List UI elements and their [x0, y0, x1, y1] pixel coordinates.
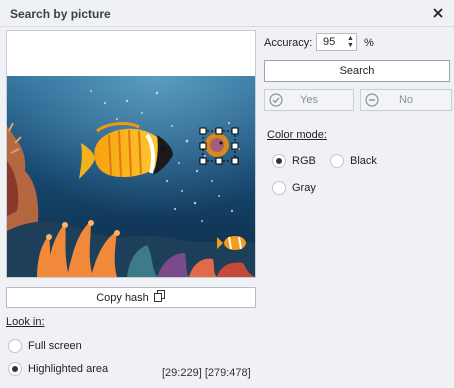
radio-rgb[interactable]: RGB [272, 154, 316, 168]
radio-full-screen[interactable]: Full screen [8, 339, 82, 353]
yes-button[interactable]: Yes [264, 89, 354, 111]
radio-circle[interactable] [8, 362, 22, 376]
radio-black[interactable]: Black [330, 154, 377, 168]
selection-coordinates: [29:229] [279:478] [162, 367, 251, 379]
radio-black-label: Black [350, 155, 377, 167]
accuracy-stepper[interactable]: 95 ▲ ▼ [316, 33, 357, 51]
underwater-image [7, 31, 255, 277]
picture-preview [6, 30, 256, 278]
no-button[interactable]: No [360, 89, 452, 111]
window-title: Search by picture [10, 7, 111, 21]
radio-gray-label: Gray [292, 182, 316, 194]
search-button-label: Search [339, 65, 375, 77]
accuracy-label: Accuracy: [264, 37, 313, 49]
radio-full-screen-label: Full screen [28, 340, 82, 352]
radio-circle[interactable] [272, 181, 286, 195]
radio-rgb-label: RGB [292, 155, 316, 167]
radio-circle[interactable] [272, 154, 286, 168]
radio-circle[interactable] [330, 154, 344, 168]
chevron-down-icon[interactable]: ▼ [347, 42, 354, 49]
color-mode-label: Color mode: [267, 129, 327, 141]
radio-gray[interactable]: Gray [272, 181, 316, 195]
accuracy-unit: % [364, 37, 374, 49]
copy-hash-button[interactable]: Copy hash [6, 287, 256, 308]
search-button[interactable]: Search [264, 60, 450, 82]
radio-highlighted-area-label: Highlighted area [28, 363, 109, 375]
accuracy-value[interactable]: 95 [317, 36, 345, 48]
copy-icon [153, 290, 166, 305]
radio-circle[interactable] [8, 339, 22, 353]
title-bar: Search by picture [0, 0, 454, 27]
close-icon[interactable] [430, 5, 446, 21]
copy-hash-label: Copy hash [96, 291, 149, 304]
stepper-arrows[interactable]: ▲ ▼ [345, 34, 356, 50]
check-circle-icon [269, 93, 283, 110]
look-in-label: Look in: [6, 316, 45, 328]
chevron-up-icon[interactable]: ▲ [347, 35, 354, 42]
minus-circle-icon [365, 93, 379, 110]
radio-highlighted-area[interactable]: Highlighted area [8, 362, 108, 376]
